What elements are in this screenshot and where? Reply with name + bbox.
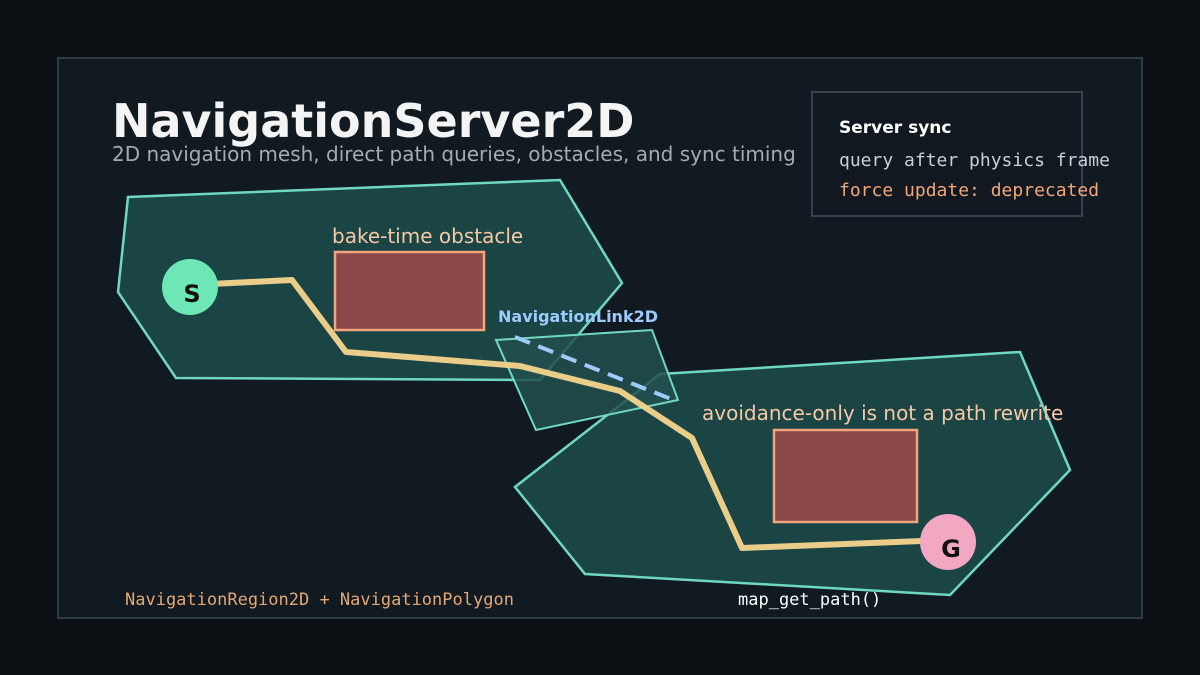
navigation-diagram: NavigationServer2D 2D navigation mesh, d… [57, 57, 1143, 619]
server-sync-force-update-line: force update: deprecated [839, 180, 1099, 201]
page-subtitle: 2D navigation mesh, direct path queries,… [112, 142, 796, 166]
bake-time-obstacle-label: bake-time obstacle [332, 224, 523, 248]
bake-time-obstacle [333, 250, 486, 332]
goal-node-label: G [941, 535, 961, 563]
avoidance-label: avoidance-only is not a path rewrite [702, 401, 1063, 425]
server-sync-heading: Server sync [839, 118, 951, 138]
server-sync-query-line: query after physics frame [839, 150, 1110, 171]
diagram-stage: NavigationServer2D 2D navigation mesh, d… [0, 0, 1200, 675]
region-caption: NavigationRegion2D + NavigationPolygon [125, 590, 514, 610]
navigation-link-label: NavigationLink2D [498, 307, 658, 326]
page-title: NavigationServer2D [112, 94, 634, 148]
avoidance-obstacle [772, 428, 919, 524]
path-call-caption: map_get_path() [738, 590, 881, 610]
start-node-label: S [183, 280, 200, 308]
